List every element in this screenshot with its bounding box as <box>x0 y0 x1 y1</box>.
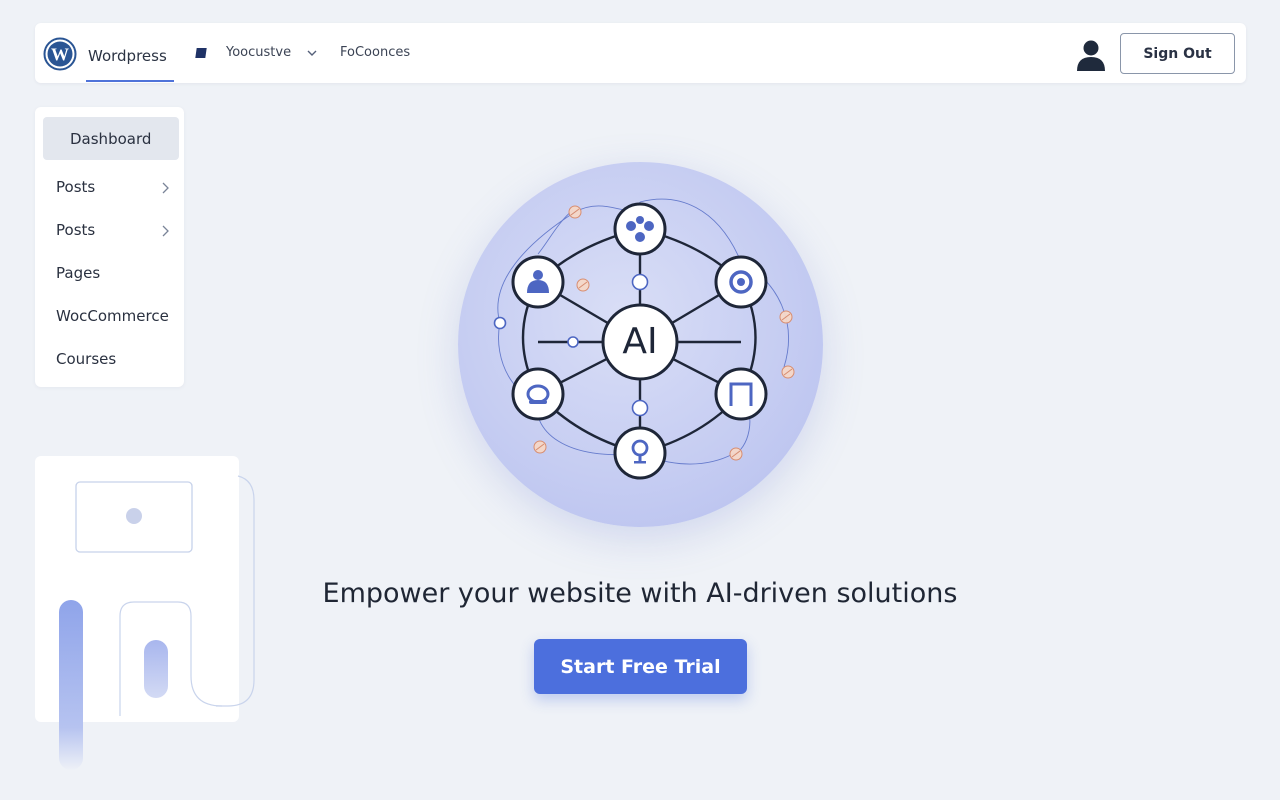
ai-center-label: AI <box>622 320 658 362</box>
hero-headline: Empower your website with AI-driven solu… <box>322 578 958 609</box>
sidebar-item-label: WocCommerce <box>56 306 169 325</box>
sidebar-item-label: Courses <box>56 349 117 368</box>
chevron-right-icon <box>160 180 170 198</box>
sidebar: Dashboard Posts Posts Pages WocCommerce … <box>35 107 184 387</box>
sidebar-item-posts-2[interactable]: Posts <box>35 208 184 251</box>
sidebar-item-dashboard[interactable]: Dashboard <box>43 117 179 160</box>
sidebar-item-label: Posts <box>56 177 96 196</box>
sidebar-item-label: Dashboard <box>70 129 152 148</box>
active-tab-underline <box>86 80 174 82</box>
chevron-right-icon <box>160 223 170 241</box>
nav-item-label: FoCoonces <box>340 45 411 60</box>
sidebar-item-courses[interactable]: Courses <box>35 337 184 380</box>
wordpress-logo-icon: W <box>43 37 77 75</box>
sidebar-item-posts[interactable]: Posts <box>35 165 184 208</box>
chevron-down-icon[interactable] <box>306 44 318 63</box>
sidebar-item-woocommerce[interactable]: WocCommerce <box>35 294 184 337</box>
sign-out-button[interactable]: Sign Out <box>1120 33 1235 74</box>
nav-item-yoocustve[interactable]: Yoocustve <box>195 45 292 60</box>
sidebar-item-label: Pages <box>56 263 101 282</box>
brand[interactable]: W Wordpress <box>43 37 167 75</box>
nav-item-label: Yoocustve <box>226 45 292 60</box>
user-avatar-icon[interactable] <box>1075 38 1107 76</box>
top-navigation-bar: W Wordpress Yoocustve FoCoonces Sign Out <box>35 23 1246 83</box>
svg-text:W: W <box>51 45 69 65</box>
nav-item-focoonces[interactable]: FoCoonces <box>340 45 410 60</box>
brand-label: Wordpress <box>88 47 167 65</box>
sidebar-item-pages[interactable]: Pages <box>35 251 184 294</box>
sidebar-item-label: Posts <box>56 220 96 239</box>
square-icon <box>195 47 207 58</box>
start-free-trial-button[interactable]: Start Free Trial <box>534 639 747 694</box>
